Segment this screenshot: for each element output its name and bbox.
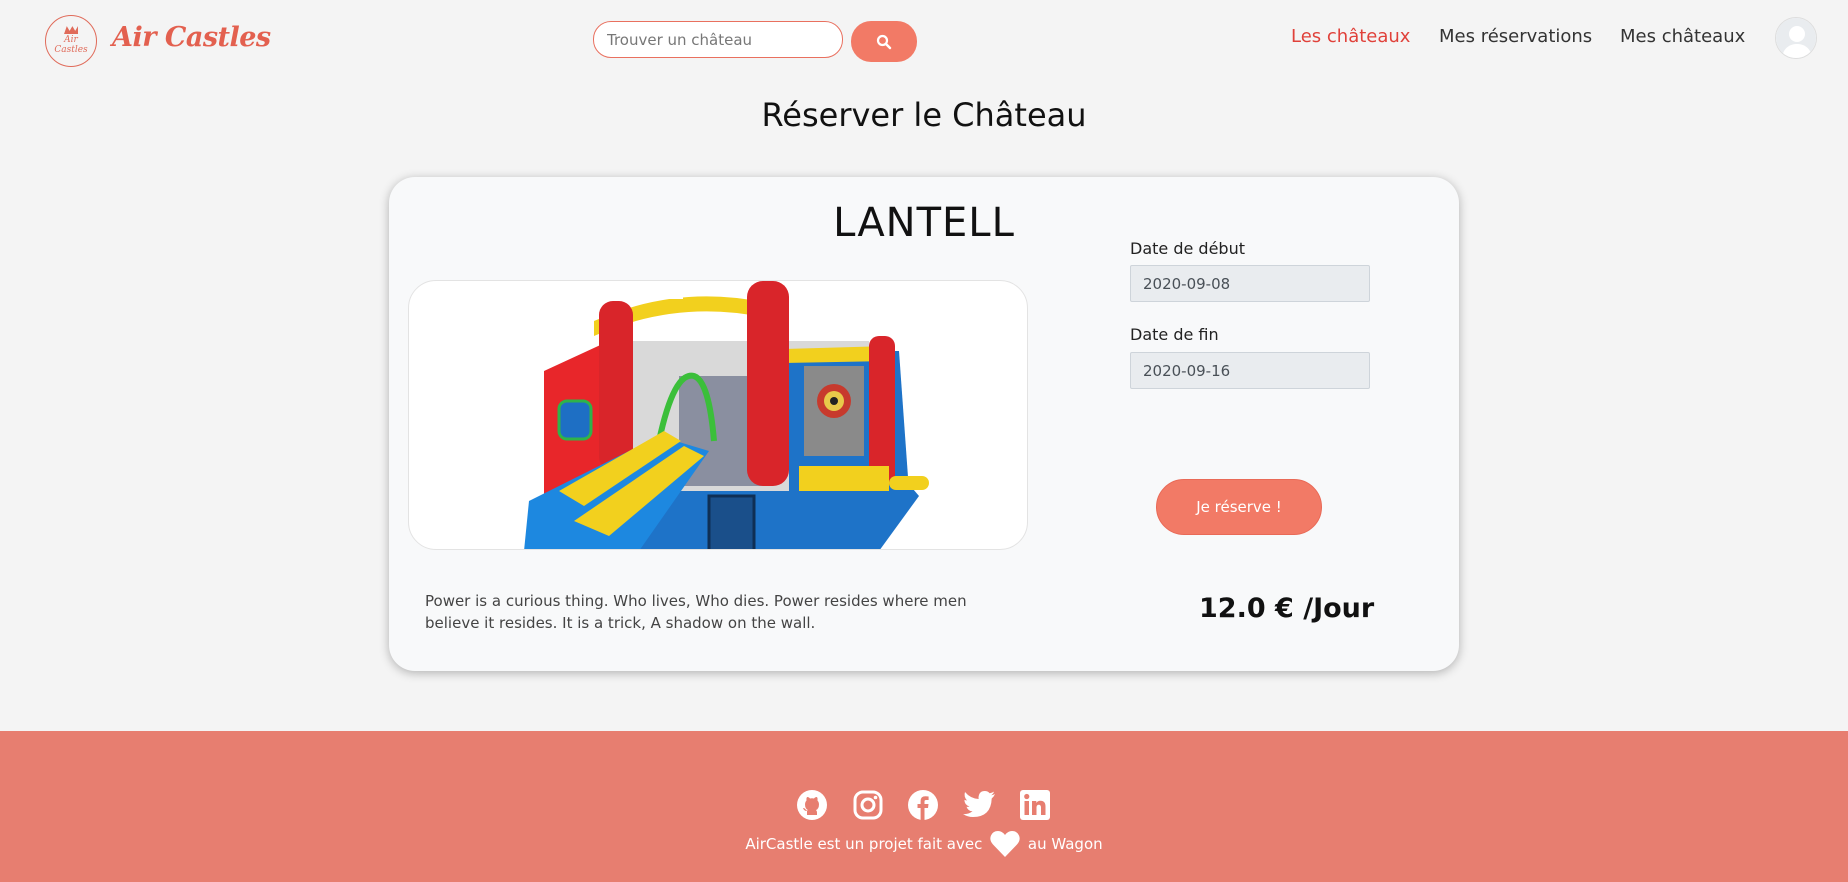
facebook-icon[interactable]: [906, 788, 940, 822]
nav-link-les-chateaux[interactable]: Les châteaux: [1291, 26, 1410, 47]
start-date-input[interactable]: 2020-09-08: [1130, 265, 1370, 302]
instagram-icon[interactable]: [851, 788, 885, 822]
search-button[interactable]: [851, 21, 917, 62]
castle-price: 12.0 € /Jour: [1199, 593, 1375, 624]
brand-name[interactable]: Air Castles: [112, 22, 271, 53]
castle-icon: [64, 26, 78, 35]
end-date-label: Date de fin: [1130, 325, 1219, 344]
castle-name: LANTELL: [833, 200, 1015, 246]
bouncy-castle-illustration: [524, 281, 929, 549]
search-icon: [876, 34, 892, 49]
brand-logo[interactable]: Air Castles: [45, 15, 97, 67]
avatar[interactable]: [1775, 17, 1817, 59]
reserve-button[interactable]: Je réserve !: [1156, 479, 1322, 535]
navbar: Air Castles Air Castles Les châteaux Mes…: [0, 0, 1848, 80]
user-silhouette-icon: [1776, 18, 1816, 58]
heart-icon: [990, 830, 1020, 861]
logo-badge-line2: Castles: [54, 45, 88, 55]
castle-description: Power is a curious thing. Who lives, Who…: [425, 592, 967, 632]
footer: AirCastle est un projet fait avec au Wag…: [0, 731, 1848, 882]
footer-text-after: au Wagon: [1027, 835, 1103, 853]
github-icon[interactable]: [795, 788, 829, 822]
end-date-input[interactable]: 2020-09-16: [1130, 352, 1370, 389]
start-date-label: Date de début: [1130, 239, 1245, 258]
footer-credit: AirCastle est un projet fait avec au Wag…: [0, 830, 1848, 861]
linkedin-icon[interactable]: [1018, 788, 1052, 822]
nav-link-mes-chateaux[interactable]: Mes châteaux: [1620, 26, 1745, 47]
search-input[interactable]: [593, 21, 843, 58]
footer-text-before: AirCastle est un projet fait avec: [745, 835, 983, 853]
twitter-icon[interactable]: [962, 788, 996, 822]
nav-link-mes-reservations[interactable]: Mes réservations: [1439, 26, 1592, 47]
castle-image: [408, 280, 1028, 550]
booking-card: LANTELL Date de début 2020-09-08 Date de…: [389, 177, 1459, 671]
page-title: Réserver le Château: [761, 96, 1087, 134]
